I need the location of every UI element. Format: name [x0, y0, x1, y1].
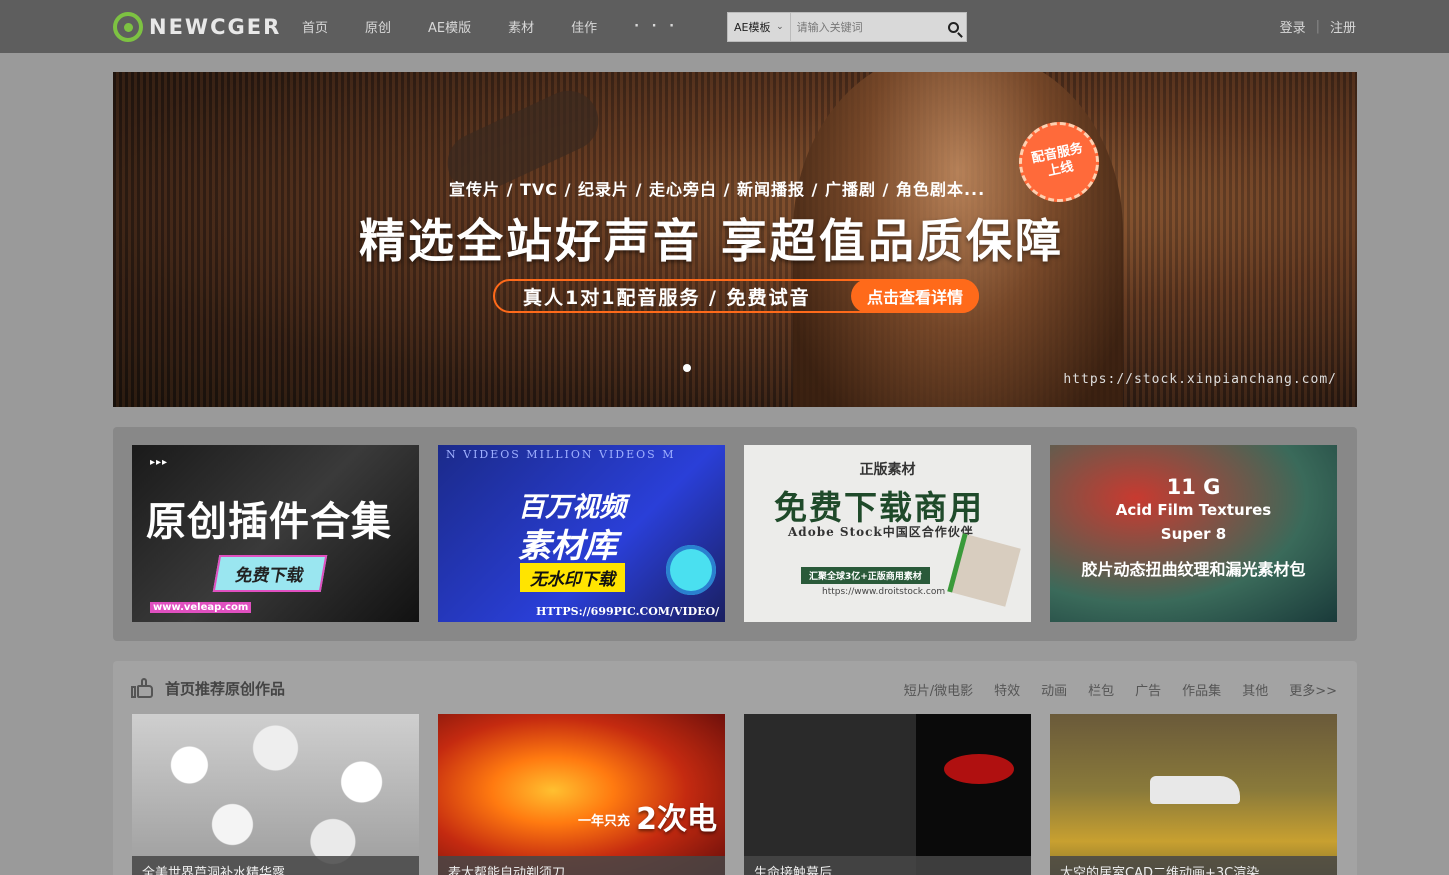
ad-title-line2: 素材库	[518, 526, 617, 565]
register-link[interactable]: 注册	[1330, 17, 1356, 36]
work-card[interactable]: 生命接触幕后	[744, 714, 1031, 875]
site-logo[interactable]: NEWCGER	[113, 12, 281, 42]
tab-ads[interactable]: 广告	[1135, 680, 1161, 699]
work-card[interactable]: 大空的居室CAD二维动画+3C渲染	[1050, 714, 1337, 875]
work-caption: 全美世界芦洞补水精华露	[132, 856, 419, 875]
search-category-select[interactable]: AE模板 ⌄	[728, 13, 791, 41]
search-icon	[948, 21, 960, 33]
main-nav: 首页 原创 AE模版 素材 佳作 · · ·	[302, 0, 715, 53]
ad-row: ▸▸▸ 原创插件合集 免费下载 www.veleap.com N VIDEOS …	[113, 427, 1357, 641]
ad-arrows: ▸▸▸	[150, 457, 169, 468]
recommended-section: 首页推荐原创作品 短片/微电影 特效 动画 栏包 广告 作品集 其他 更多>> …	[113, 661, 1357, 875]
ad-title-cn: 胶片动态扭曲纹理和漏光素材包	[1081, 560, 1306, 579]
nav-item-original[interactable]: 原创	[365, 17, 391, 36]
work-caption: 生命接触幕后	[744, 856, 1031, 875]
tab-short-film[interactable]: 短片/微电影	[904, 680, 973, 699]
thumbs-up-icon	[131, 677, 155, 699]
banner-title: 精选全站好声音 享超值品质保障	[359, 214, 1065, 268]
category-tabs: 短片/微电影 特效 动画 栏包 广告 作品集 其他 更多>>	[904, 680, 1337, 699]
work-overlay-big: 2次电	[636, 802, 717, 837]
ad-card-video-library[interactable]: N VIDEOS MILLION VIDEOS M 百万视频 素材库 无水印下载…	[438, 445, 725, 622]
ad-size: 11 G	[1166, 475, 1221, 499]
tab-animation[interactable]: 动画	[1041, 680, 1067, 699]
nav-item-assets[interactable]: 素材	[508, 17, 534, 36]
ad-card-film-textures[interactable]: 11 G Acid Film Textures Super 8 胶片动态扭曲纹理…	[1050, 445, 1337, 622]
section-header: 首页推荐原创作品	[131, 677, 285, 699]
ad-url: HTTPS://699PIC.COM/VIDEO/	[536, 605, 720, 618]
banner-subtitle: 宣传片 / TVC / 纪录片 / 走心旁白 / 新闻播报 / 广播剧 / 角色…	[449, 180, 986, 199]
auth-links: 登录 | 注册	[1280, 0, 1356, 53]
nav-item-showcase[interactable]: 佳作	[571, 17, 597, 36]
more-link[interactable]: 更多>>	[1289, 680, 1337, 699]
tab-packaging[interactable]: 栏包	[1088, 680, 1114, 699]
ad-url: www.veleap.com	[150, 602, 252, 613]
gift-box-graphic	[947, 533, 1021, 607]
search-bar: AE模板 ⌄	[727, 12, 967, 42]
top-nav-bar: NEWCGER 首页 原创 AE模版 素材 佳作 · · · AE模板 ⌄ 登录…	[0, 0, 1449, 53]
carousel-dot[interactable]	[683, 364, 691, 372]
ad-card-stock[interactable]: 正版素材 免费下载商用 Adobe Stock中国区合作伙伴 汇聚全球3亿+正版…	[744, 445, 1031, 622]
banner-pill-text: 真人1对1配音服务 / 免费试音	[523, 286, 811, 309]
banner-url: https://stock.xinpianchang.com/	[1063, 372, 1337, 387]
ad-band: N VIDEOS MILLION VIDEOS M	[446, 448, 676, 461]
banner-pill: 真人1对1配音服务 / 免费试音 点击查看详情	[493, 279, 979, 313]
tab-vfx[interactable]: 特效	[994, 680, 1020, 699]
work-card[interactable]: 一年只充 2次电 麦大帮能自动剃须刀	[438, 714, 725, 875]
search-category-value: AE模板	[734, 21, 771, 34]
ad-download-button[interactable]: 免费下载	[212, 555, 328, 592]
ad-title: 免费下载商用	[774, 488, 984, 527]
ad-tag: 无水印下载	[520, 563, 625, 592]
planet-graphic	[666, 545, 716, 595]
ad-bar: 汇聚全球3亿+正版商用素材	[801, 567, 930, 584]
chevron-down-icon: ⌄	[776, 22, 784, 32]
work-caption: 大空的居室CAD二维动画+3C渲染	[1050, 856, 1337, 875]
work-caption: 麦大帮能自动剃须刀	[438, 856, 725, 875]
ad-top-label: 正版素材	[859, 462, 916, 478]
banner-cta-button[interactable]: 点击查看详情	[850, 279, 979, 313]
ad-url: https://www.droitstock.com	[822, 587, 946, 597]
nav-item-home[interactable]: 首页	[302, 17, 328, 36]
work-overlay-small: 一年只充	[578, 814, 631, 829]
search-input[interactable]	[790, 13, 942, 41]
hero-banner[interactable]: 宣传片 / TVC / 纪录片 / 走心旁白 / 新闻播报 / 广播剧 / 角色…	[113, 72, 1357, 407]
ad-title-en: Acid Film Textures	[1115, 501, 1272, 519]
auth-divider: |	[1315, 19, 1320, 34]
login-link[interactable]: 登录	[1280, 17, 1306, 36]
logo-icon	[113, 12, 143, 42]
logo-text: NEWCGER	[149, 15, 282, 39]
tab-portfolio[interactable]: 作品集	[1182, 680, 1221, 699]
nav-item-ae-templates[interactable]: AE模版	[428, 17, 471, 36]
ad-card-plugins[interactable]: ▸▸▸ 原创插件合集 免费下载 www.veleap.com	[132, 445, 419, 622]
work-card[interactable]: 全美世界芦洞补水精华露	[132, 714, 419, 875]
ad-subtitle-en: Super 8	[1160, 525, 1227, 543]
ad-partner: Adobe Stock中国区合作伙伴	[788, 525, 974, 539]
nav-more-button[interactable]: · · ·	[634, 19, 678, 34]
section-title: 首页推荐原创作品	[165, 679, 286, 698]
tab-other[interactable]: 其他	[1242, 680, 1268, 699]
search-button[interactable]	[942, 13, 966, 41]
ad-title: 原创插件合集	[146, 499, 392, 545]
